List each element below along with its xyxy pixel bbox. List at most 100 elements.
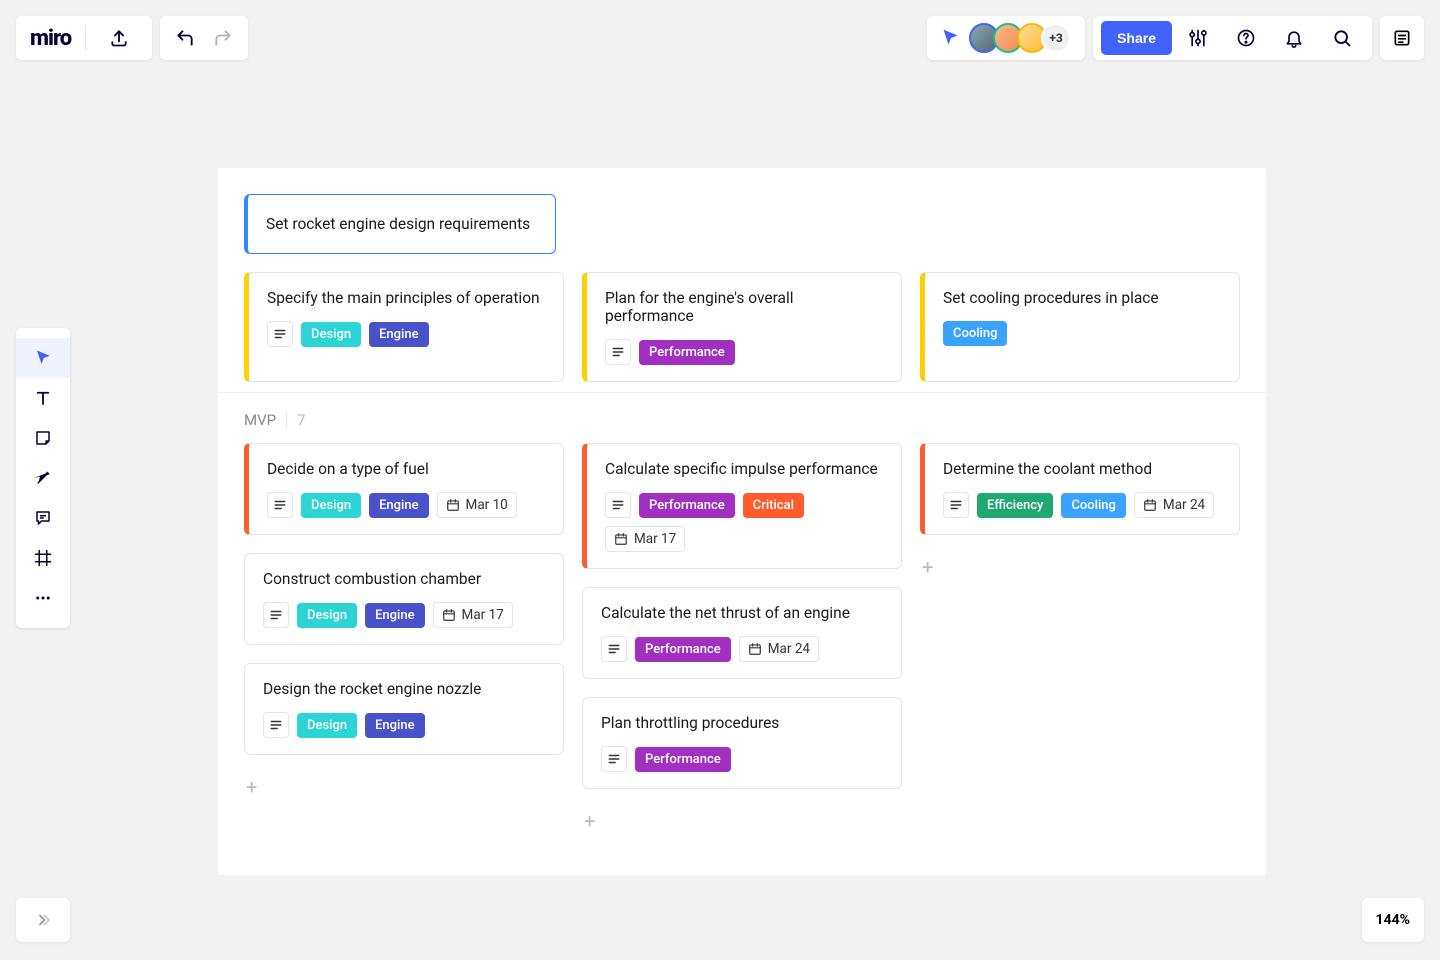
card[interactable]: Decide on a type of fuel DesignEngineMar… — [244, 443, 564, 535]
tag-design[interactable]: Design — [297, 603, 357, 628]
comment-icon — [34, 509, 52, 527]
separator — [85, 26, 86, 50]
undo-icon — [175, 28, 195, 48]
section-header[interactable]: MVP 7 — [244, 411, 1240, 429]
avatar-overflow[interactable]: +3 — [1041, 23, 1071, 53]
tag-engine[interactable]: Engine — [365, 603, 424, 628]
card[interactable]: Plan for the engine's overall performanc… — [582, 272, 902, 382]
tag-engine[interactable]: Engine — [369, 322, 428, 347]
cursor-presence-button[interactable] — [941, 28, 961, 48]
chevron-right-icon — [34, 911, 52, 929]
card-title: Construct combustion chamber — [263, 570, 545, 588]
card[interactable]: Design the rocket engine nozzle Design En… — [244, 663, 564, 755]
tag-engine[interactable]: Engine — [369, 493, 428, 518]
tag-performance[interactable]: Performance — [635, 637, 731, 662]
description-indicator[interactable] — [601, 636, 627, 662]
card-header[interactable]: Set rocket engine design requirements — [244, 194, 556, 254]
board-canvas[interactable]: Set rocket engine design requirements Sp… — [218, 168, 1266, 875]
share-button[interactable]: Share — [1101, 21, 1172, 55]
share-pill: Share — [1093, 16, 1372, 60]
tag-design[interactable]: Design — [297, 713, 357, 738]
card[interactable]: Calculate specific impulse performance P… — [582, 443, 902, 569]
description-indicator[interactable] — [605, 339, 631, 365]
cursor-icon — [941, 28, 961, 48]
description-indicator[interactable] — [267, 492, 293, 518]
date-chip[interactable]: Mar 17 — [433, 602, 513, 628]
card[interactable]: Construct combustion chamber Design Engin… — [244, 553, 564, 645]
tag-engine[interactable]: Engine — [365, 713, 424, 738]
card[interactable]: Specify the main principles of operation… — [244, 272, 564, 382]
tool-arrow[interactable] — [16, 458, 70, 498]
date-value: Mar 10 — [466, 497, 508, 513]
section-count: 7 — [297, 411, 305, 429]
panel-toggle[interactable] — [1380, 16, 1424, 60]
tag-cooling[interactable]: Cooling — [1061, 493, 1125, 518]
tool-sticky-note[interactable] — [16, 418, 70, 458]
tag-design[interactable]: Design — [301, 493, 361, 518]
description-indicator[interactable] — [267, 321, 293, 347]
date-value: Mar 17 — [462, 607, 504, 623]
redo-icon — [213, 28, 233, 48]
frame-icon — [34, 549, 52, 567]
separator — [286, 412, 287, 428]
tag-performance[interactable]: Performance — [639, 493, 735, 518]
card-title: Calculate the net thrust of an engine — [601, 604, 883, 622]
collaborators-pill: +3 — [927, 16, 1085, 60]
date-chip[interactable]: Mar 10 — [437, 492, 517, 518]
tag-performance[interactable]: Performance — [639, 340, 735, 365]
card-title: Set rocket engine design requirements — [266, 215, 537, 233]
card[interactable]: Plan throttling procedures Performance — [582, 697, 902, 789]
date-value: Mar 17 — [634, 531, 676, 547]
cursor-icon — [34, 349, 52, 367]
date-value: Mar 24 — [768, 641, 810, 657]
help-button[interactable] — [1224, 16, 1268, 60]
tag-design[interactable]: Design — [301, 322, 361, 347]
sticky-note-icon — [34, 429, 52, 447]
card[interactable]: Determine the coolant method Efficiency C… — [920, 443, 1240, 535]
notifications-button[interactable] — [1272, 16, 1316, 60]
description-indicator[interactable] — [605, 492, 631, 518]
date-chip[interactable]: Mar 17 — [605, 526, 685, 552]
search-icon — [1332, 28, 1352, 48]
sliders-icon — [1188, 28, 1208, 48]
add-card-button[interactable]: + — [920, 553, 1240, 581]
export-button[interactable] — [100, 16, 138, 60]
tag-efficiency[interactable]: Efficiency — [977, 493, 1053, 518]
tag-cooling[interactable]: Cooling — [943, 321, 1007, 346]
description-indicator[interactable] — [943, 492, 969, 518]
more-icon — [34, 589, 52, 607]
add-card-button[interactable]: + — [244, 773, 564, 801]
card-title: Determine the coolant method — [943, 460, 1221, 478]
arrow-icon — [34, 469, 52, 487]
avatar-stack[interactable]: +3 — [969, 23, 1071, 53]
tag-critical[interactable]: Critical — [743, 493, 804, 518]
date-chip[interactable]: Mar 24 — [739, 636, 819, 662]
logo-pill: miro — [16, 16, 152, 60]
tool-comment[interactable] — [16, 498, 70, 538]
description-indicator[interactable] — [263, 712, 289, 738]
description-indicator[interactable] — [263, 602, 289, 628]
tool-select[interactable] — [16, 338, 70, 378]
app-logo[interactable]: miro — [30, 26, 71, 51]
card[interactable]: Set cooling procedures in place Cooling — [920, 272, 1240, 382]
column: Decide on a type of fuel DesignEngineMar… — [244, 443, 564, 835]
zoom-level[interactable]: 144% — [1362, 898, 1424, 942]
card-title: Calculate specific impulse performance — [605, 460, 883, 478]
tool-more[interactable] — [16, 578, 70, 618]
add-card-button[interactable]: + — [582, 807, 902, 835]
card-title: Specify the main principles of operation — [267, 289, 545, 307]
tag-performance[interactable]: Performance — [635, 747, 731, 772]
settings-button[interactable] — [1176, 16, 1220, 60]
redo-button[interactable] — [204, 16, 242, 60]
date-chip[interactable]: Mar 24 — [1134, 492, 1214, 518]
card-title: Design the rocket engine nozzle — [263, 680, 545, 698]
undo-button[interactable] — [166, 16, 204, 60]
tool-text[interactable] — [16, 378, 70, 418]
description-indicator[interactable] — [601, 746, 627, 772]
column: Determine the coolant method Efficiency C… — [920, 443, 1240, 835]
search-button[interactable] — [1320, 16, 1364, 60]
card[interactable]: Calculate the net thrust of an engine Pe… — [582, 587, 902, 679]
expand-toolbar-button[interactable] — [16, 898, 70, 942]
tool-frame[interactable] — [16, 538, 70, 578]
help-icon — [1236, 28, 1256, 48]
